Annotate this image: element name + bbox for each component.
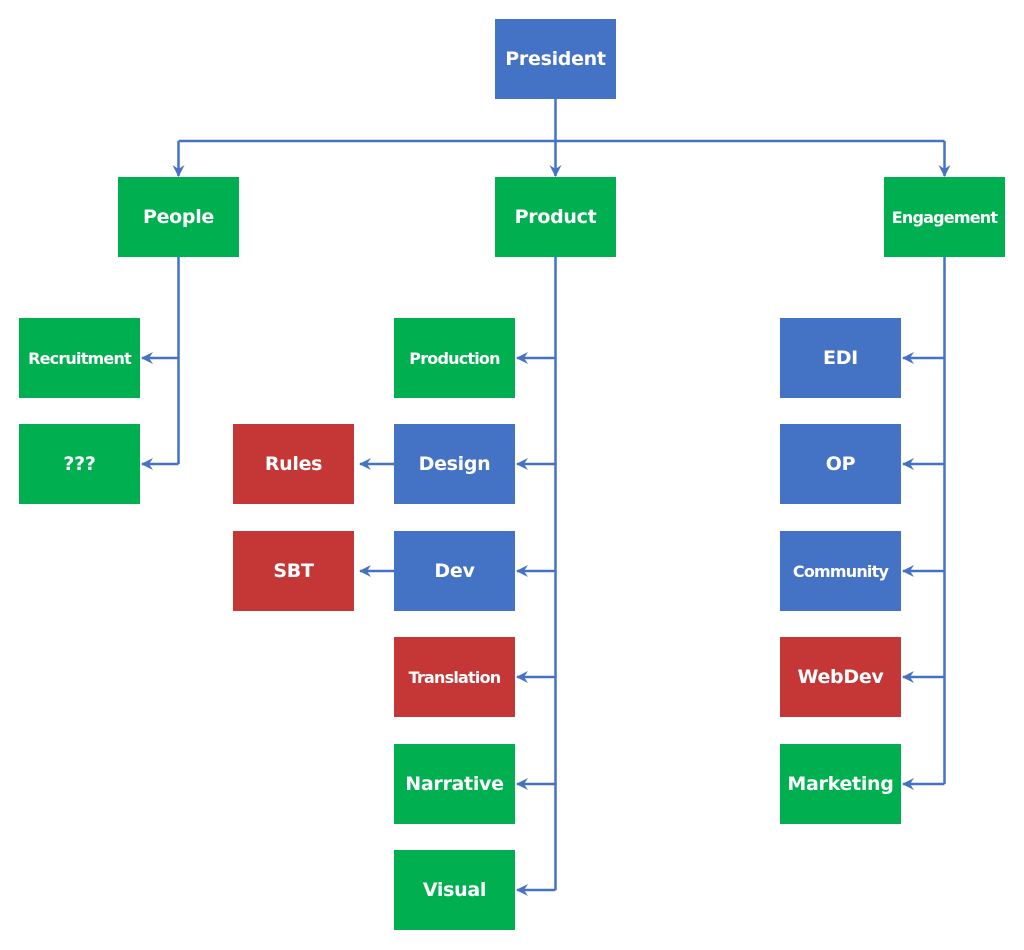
node-visual[interactable]: Visual [394, 850, 515, 930]
node-label: Dev [434, 560, 475, 582]
node-people[interactable]: People [118, 177, 239, 257]
node-label: WebDev [797, 666, 884, 688]
node-label: OP [825, 453, 856, 475]
node-label: Recruitment [28, 348, 132, 368]
node-dev[interactable]: Dev [394, 531, 515, 611]
node-label: Visual [422, 879, 487, 901]
node-label: Community [792, 561, 889, 581]
node-op[interactable]: OP [780, 424, 901, 504]
node-product[interactable]: Product [495, 177, 616, 257]
node-edi[interactable]: EDI [780, 318, 901, 398]
node-label: Design [418, 453, 491, 475]
node-label: People [142, 206, 215, 228]
node-label: Marketing [787, 773, 894, 795]
node-president[interactable]: President [495, 19, 616, 99]
node-recruitment[interactable]: Recruitment [19, 318, 140, 398]
node-rules[interactable]: Rules [233, 424, 354, 504]
node-translation[interactable]: Translation [394, 637, 515, 717]
node-label: EDI [823, 347, 858, 369]
node-label: Narrative [405, 773, 504, 795]
node-label: Rules [264, 453, 323, 475]
node-production[interactable]: Production [394, 318, 515, 398]
node-label: ??? [63, 453, 96, 475]
node-engagement[interactable]: Engagement [884, 177, 1005, 257]
node-label: Production [409, 348, 500, 368]
node-label: President [505, 48, 606, 70]
node-label: SBT [273, 560, 314, 582]
node-label: Engagement [891, 207, 998, 227]
node-sbt[interactable]: SBT [233, 531, 354, 611]
node-label: Translation [408, 667, 502, 687]
node-community[interactable]: Community [780, 531, 901, 611]
node-unknown[interactable]: ??? [19, 424, 140, 504]
node-webdev[interactable]: WebDev [780, 637, 901, 717]
node-design[interactable]: Design [394, 424, 515, 504]
node-marketing[interactable]: Marketing [780, 744, 901, 824]
node-narrative[interactable]: Narrative [394, 744, 515, 824]
node-label: Product [514, 206, 597, 228]
